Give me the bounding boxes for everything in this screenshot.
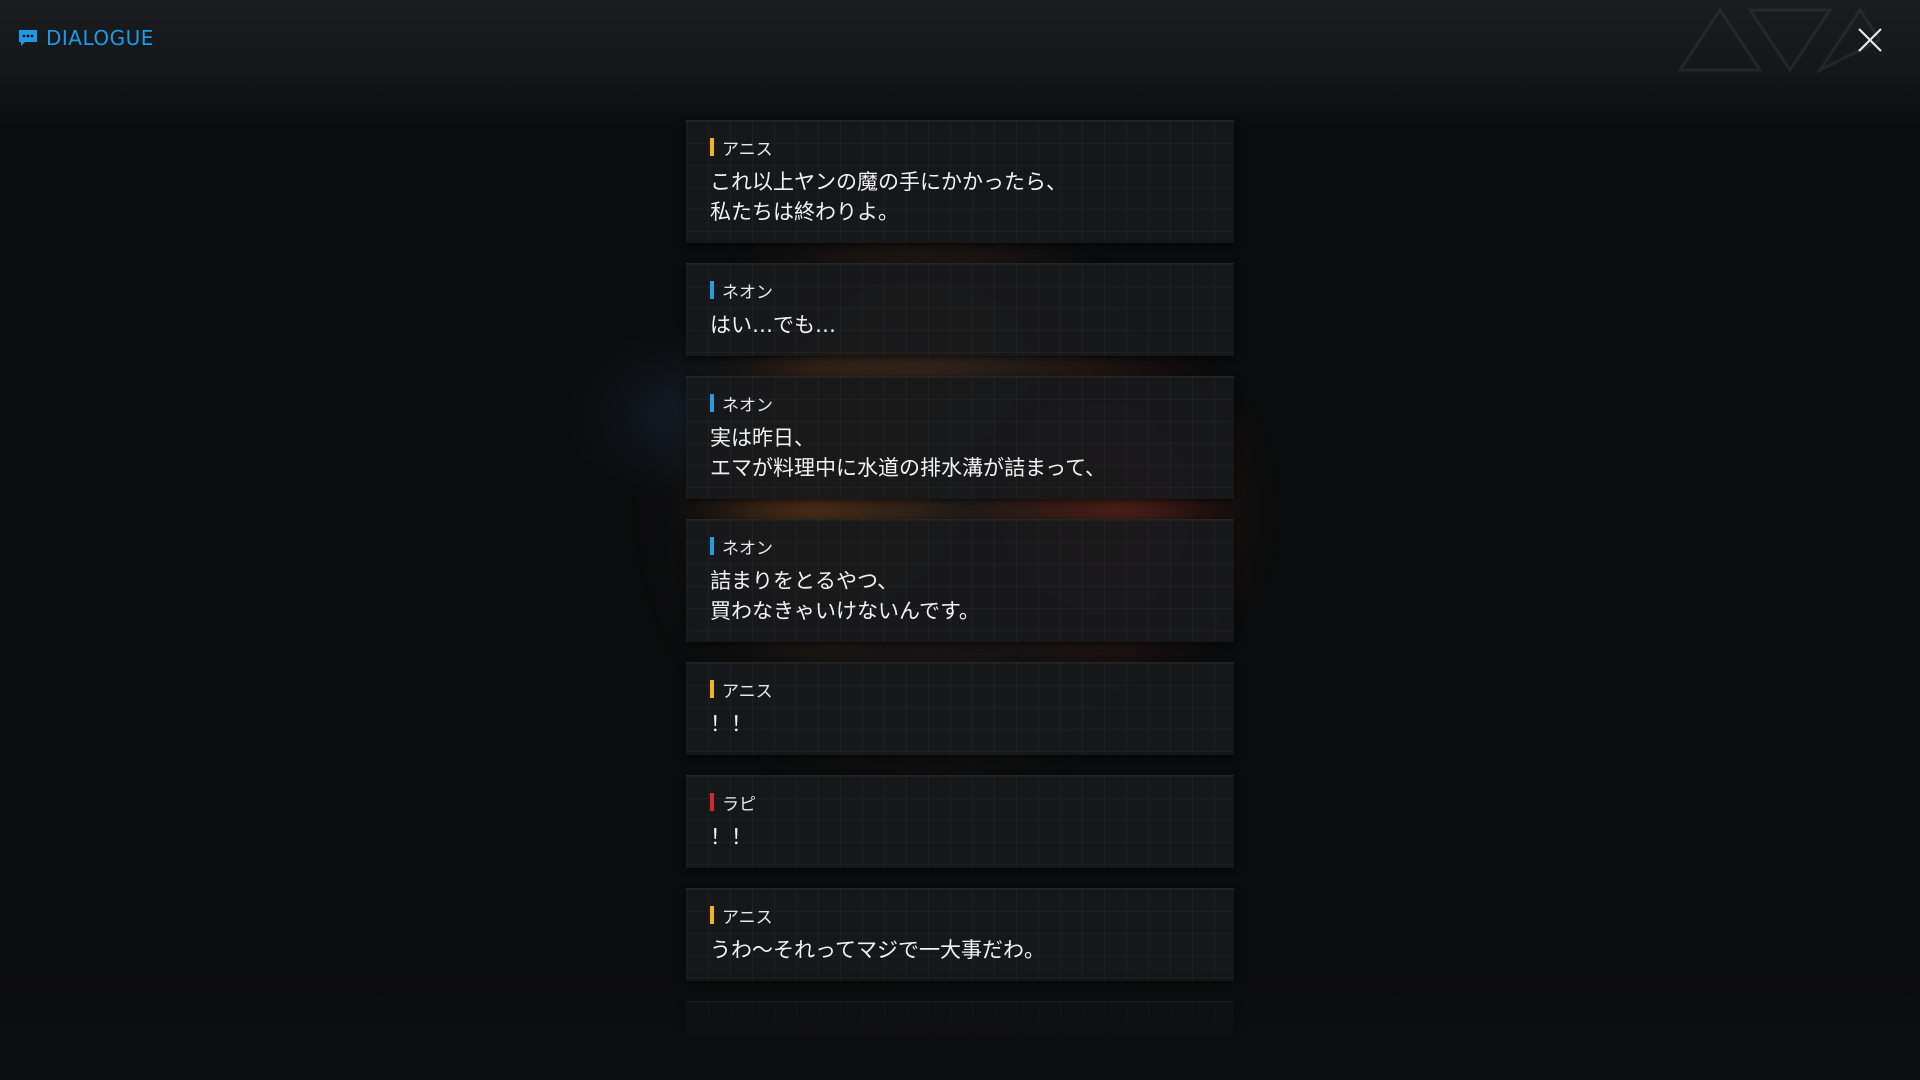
dialogue-text: うわ～それってマジで一大事だわ。 [710,938,1045,962]
dialogue-text: 実は昨日、 エマが料理中に水道の排水溝が詰まって、 [710,426,1107,480]
header-decoration-icon [1677,7,1880,74]
speaker-row: アニス [710,903,1210,928]
close-button[interactable] [1854,24,1886,56]
speaker-row: ネオン [710,534,1210,559]
dialogue-header: DIALOGUE [18,26,154,50]
dialogue-list[interactable]: アニス これ以上ヤンの魔の手にかかったら、 私たちは終わりよ。 ネオン はい…でも… ネ… [686,120,1234,1061]
dialogue-text: ！！ [710,825,752,849]
speaker-color-marker [710,537,714,555]
dialogue-entry: ネオンはい…でも… [686,263,1234,356]
speaker-row: ネオン [710,391,1210,416]
speaker-row: アニス [710,135,1210,160]
dialogue-text: ！！ [710,712,752,736]
dialogue-log-screen: DIALOGUE アニス これ以上ヤンの魔の手にかかったら、 私たちは終わりよ。ネ… [0,0,1920,1080]
speaker-name: アニス [722,139,773,160]
speaker-row: ネオン [710,278,1210,303]
close-icon [1858,28,1882,52]
speaker-name: ネオン [722,282,773,303]
speaker-name: アニス [722,907,773,928]
speaker-row: ラピ [710,790,1210,815]
speaker-row: アニス [710,677,1210,702]
dialogue-title: DIALOGUE [46,26,154,50]
speaker-name: ラピ [722,794,756,815]
bottom-fade [0,970,1920,1080]
dialogue-entry: アニス ！！ [686,662,1234,755]
speaker-name: アニス [722,681,773,702]
speaker-color-marker [710,680,714,698]
dialogue-entry: ネオン実は昨日、 エマが料理中に水道の排水溝が詰まって、 [686,376,1234,499]
chat-bubble-icon [19,30,37,46]
speaker-name: ネオン [722,538,773,559]
speaker-name: ネオン [722,395,773,416]
dialogue-text: 詰まりをとるやつ、 買わなきゃいけないんです。 [710,569,980,623]
dialogue-text: これ以上ヤンの魔の手にかかったら、 私たちは終わりよ。 [710,170,1067,224]
dialogue-entry: アニスうわ～それってマジで一大事だわ。 [686,888,1234,981]
dialogue-entry: ネオン詰まりをとるやつ、 買わなきゃいけないんです。 [686,519,1234,642]
header-bar [0,0,1920,130]
dialogue-entry: アニスこれ以上ヤンの魔の手にかかったら、 私たちは終わりよ。 [686,120,1234,243]
speaker-color-marker [710,793,714,811]
dialogue-text: はい…でも… [710,313,836,337]
speaker-color-marker [710,281,714,299]
speaker-color-marker [710,138,714,156]
speaker-color-marker [710,906,714,924]
speaker-color-marker [710,394,714,412]
dialogue-entry: ラピ ！！ [686,775,1234,868]
